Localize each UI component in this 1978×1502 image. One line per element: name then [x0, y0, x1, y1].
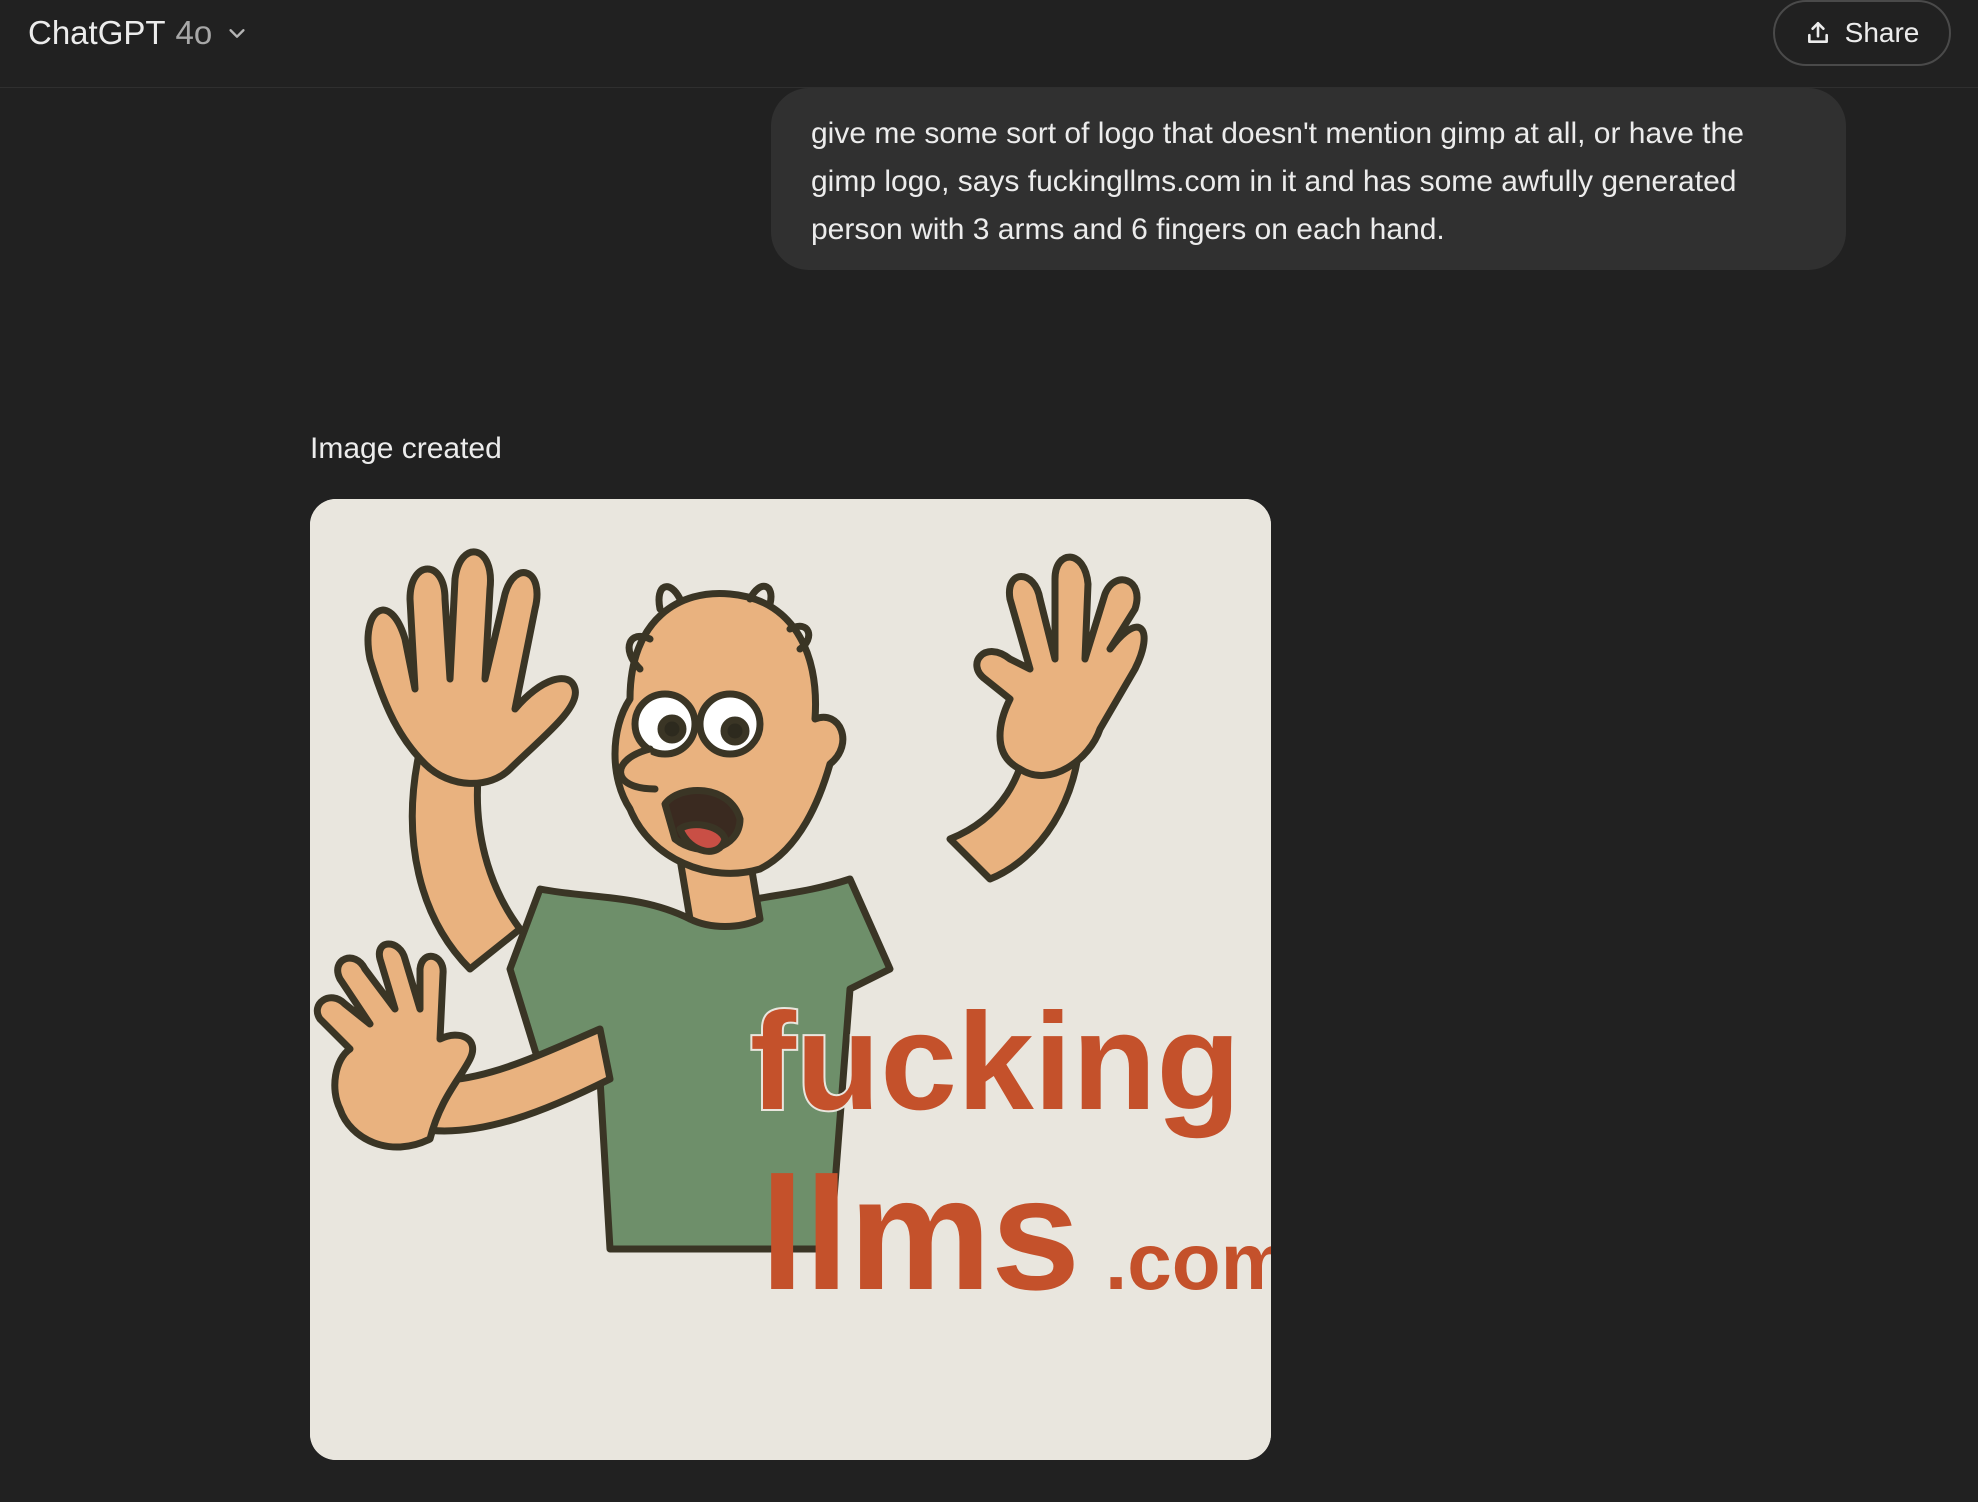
logo-text-line2: llms — [760, 1144, 1080, 1323]
model-version: 4o — [175, 14, 213, 51]
share-label: Share — [1844, 17, 1920, 48]
app-name: ChatGPT — [28, 14, 166, 51]
logo-text-suffix: .com — [1105, 1217, 1271, 1306]
user-message: give me some sort of logo that doesn't m… — [771, 88, 1846, 270]
chevron-down-icon — [229, 29, 245, 38]
generated-image[interactable]: fucking llms .com — [310, 499, 1271, 1460]
logo-illustration: fucking llms .com — [310, 499, 1271, 1460]
share-button[interactable]: Share — [1773, 0, 1951, 66]
model-switcher[interactable]: ChatGPT 4o — [28, 12, 248, 54]
image-created-caption: Image created — [310, 432, 502, 465]
top-bar: ChatGPT 4o Share — [0, 0, 1978, 88]
logo-text-line1: fucking — [750, 985, 1241, 1139]
share-upload-icon — [1807, 21, 1828, 43]
